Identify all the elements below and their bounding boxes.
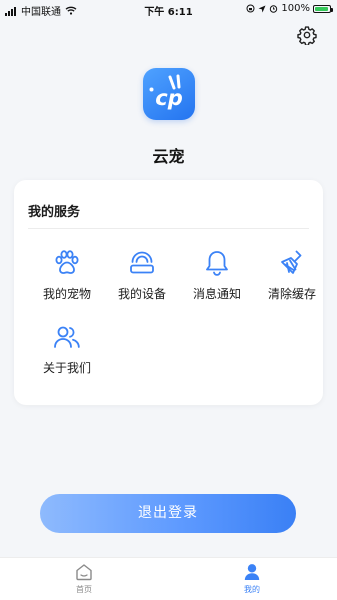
service-label: 我的宠物 xyxy=(42,287,91,301)
service-label: 关于我们 xyxy=(42,361,91,375)
status-right: 100% xyxy=(246,3,333,14)
orientation-lock-icon xyxy=(246,4,255,13)
home-icon xyxy=(76,564,92,581)
alarm-icon xyxy=(270,5,278,13)
service-my-devices[interactable]: 我的设备 xyxy=(103,247,181,302)
broom-icon xyxy=(281,250,302,274)
app-logo-graphic: cp xyxy=(149,74,183,110)
service-clear-cache[interactable]: 清除缓存 xyxy=(253,247,331,302)
users-icon xyxy=(54,326,80,348)
service-label: 清除缓存 xyxy=(267,287,316,301)
tab-home-label: 首页 xyxy=(76,585,92,594)
user-icon xyxy=(244,564,260,580)
service-about-us[interactable]: 关于我们 xyxy=(28,321,106,376)
app-logo-text: cp xyxy=(155,86,182,110)
bell-icon xyxy=(206,251,228,276)
gear-icon xyxy=(297,26,317,46)
services-card: 我的服务 我的宠物 我的设备 消息通知 清除缓存 关于我们 xyxy=(14,180,323,405)
battery-percent: 100% xyxy=(281,3,310,14)
status-bar: 中国联通 下午 6:11 100% xyxy=(0,0,337,18)
app-name: 云宠 xyxy=(152,147,185,166)
location-icon xyxy=(258,5,266,12)
tab-mine-label: 我的 xyxy=(244,585,260,594)
battery-icon xyxy=(313,4,333,13)
tab-mine[interactable]: 我的 xyxy=(212,562,292,595)
service-my-pets[interactable]: 我的宠物 xyxy=(28,247,106,302)
service-notifications[interactable]: 消息通知 xyxy=(178,247,256,302)
settings-button[interactable] xyxy=(297,25,317,46)
app-logo: cp xyxy=(143,68,195,120)
tab-bar: 首页 我的 xyxy=(0,557,337,600)
logout-button[interactable]: 退出登录 xyxy=(40,494,296,533)
device-icon xyxy=(130,251,154,274)
paw-icon xyxy=(55,250,79,274)
services-title: 我的服务 xyxy=(28,205,81,220)
services-divider xyxy=(28,228,309,229)
service-label: 我的设备 xyxy=(117,287,166,301)
service-label: 消息通知 xyxy=(192,287,241,301)
tab-home[interactable]: 首页 xyxy=(44,562,124,595)
